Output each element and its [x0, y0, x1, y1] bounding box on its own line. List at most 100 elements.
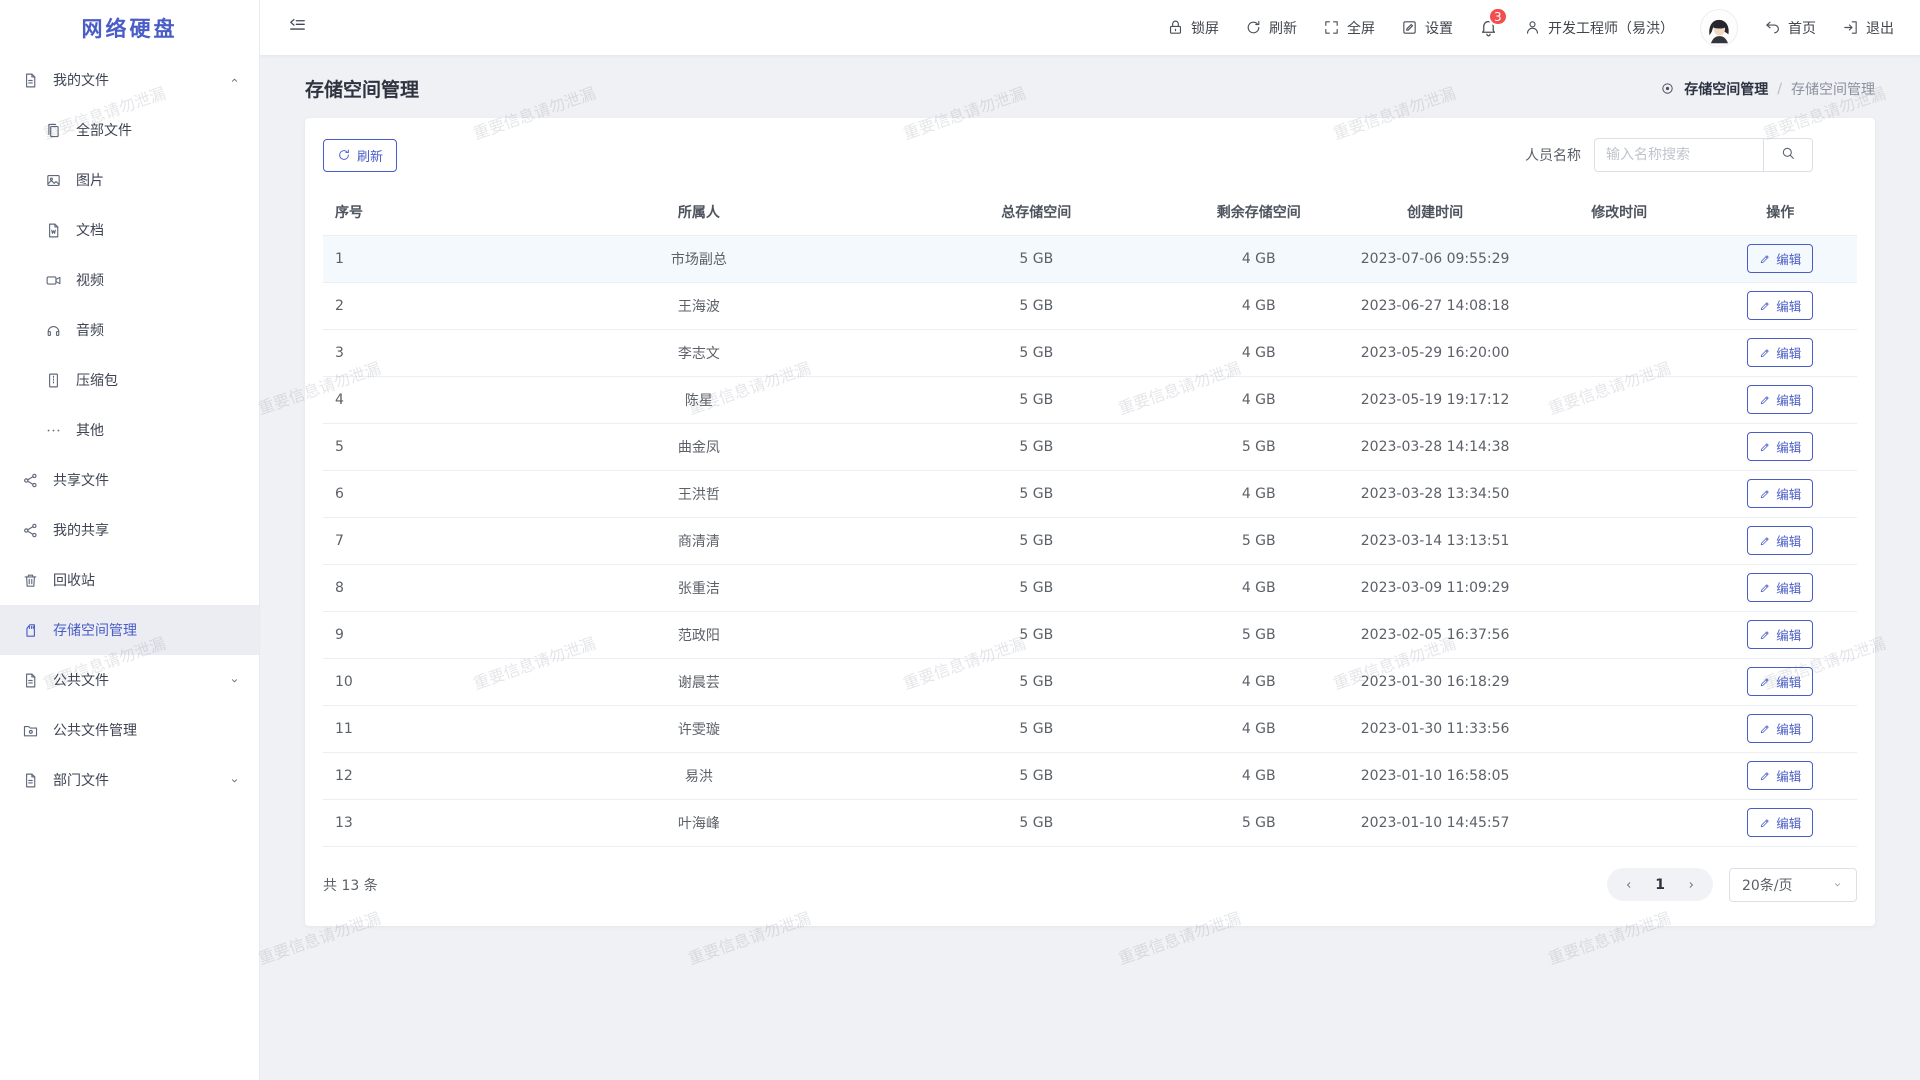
- cell-owner: 王海波: [507, 282, 891, 329]
- sidebar-collapse-button[interactable]: [288, 16, 307, 39]
- sidebar-item-recycle-bin[interactable]: 回收站: [0, 555, 259, 605]
- sidebar-item-storage-management[interactable]: 存储空间管理: [0, 605, 259, 655]
- lock-screen-button[interactable]: 锁屏: [1167, 18, 1219, 38]
- sidebar-item-documents[interactable]: 文档: [0, 205, 259, 255]
- cell-created-time: 2023-03-28 14:14:38: [1335, 423, 1534, 470]
- storage-table: 序号所属人总存储空间剩余存储空间创建时间修改时间操作 1市场副总5 GB4 GB…: [323, 189, 1857, 847]
- logout-button[interactable]: 退出: [1842, 18, 1894, 38]
- cell-owner: 叶海峰: [507, 799, 891, 846]
- sidebar-item-my-files[interactable]: 我的文件: [0, 55, 259, 105]
- pencil-icon: [1759, 535, 1771, 547]
- table-header-row: 序号所属人总存储空间剩余存储空间创建时间修改时间操作: [323, 189, 1857, 235]
- table-row: 11许雯璇5 GB4 GB2023-01-30 11:33:56编辑: [323, 705, 1857, 752]
- next-page-button[interactable]: [1684, 878, 1698, 892]
- sidebar-item-all-files[interactable]: 全部文件: [0, 105, 259, 155]
- pencil-icon: [1759, 441, 1771, 453]
- prev-page-button[interactable]: [1622, 878, 1636, 892]
- cell-modified-time: [1535, 470, 1704, 517]
- edit-button[interactable]: 编辑: [1747, 526, 1813, 555]
- breadcrumb-current: 存储空间管理: [1791, 79, 1875, 99]
- lock-icon: [1167, 19, 1184, 36]
- notifications-button[interactable]: 3: [1479, 18, 1498, 37]
- edit-button[interactable]: 编辑: [1747, 761, 1813, 790]
- edit-button[interactable]: 编辑: [1747, 808, 1813, 837]
- column-header: 修改时间: [1535, 189, 1704, 235]
- cell-total-storage: 5 GB: [891, 752, 1182, 799]
- cell-index: 10: [323, 658, 507, 705]
- cell-actions: 编辑: [1704, 376, 1857, 423]
- cell-owner: 谢晨芸: [507, 658, 891, 705]
- refresh-button[interactable]: 刷新: [1245, 18, 1297, 38]
- search-button[interactable]: [1763, 138, 1813, 172]
- edit-button[interactable]: 编辑: [1747, 432, 1813, 461]
- edit-button[interactable]: 编辑: [1747, 385, 1813, 414]
- current-page[interactable]: 1: [1655, 877, 1665, 893]
- edit-button[interactable]: 编辑: [1747, 291, 1813, 320]
- cell-created-time: 2023-03-28 13:34:50: [1335, 470, 1534, 517]
- sidebar-item-images[interactable]: 图片: [0, 155, 259, 205]
- cell-created-time: 2023-01-10 16:58:05: [1335, 752, 1534, 799]
- sidebar-item-my-shares[interactable]: 我的共享: [0, 505, 259, 555]
- cell-total-storage: 5 GB: [891, 282, 1182, 329]
- fullscreen-button[interactable]: 全屏: [1323, 18, 1375, 38]
- sidebar-item-department-files[interactable]: 部门文件: [0, 755, 259, 805]
- edit-button[interactable]: 编辑: [1747, 620, 1813, 649]
- sidebar-item-videos[interactable]: 视频: [0, 255, 259, 305]
- sidebar-item-label: 文档: [76, 220, 241, 240]
- edit-button[interactable]: 编辑: [1747, 714, 1813, 743]
- headphones-icon: [45, 322, 62, 339]
- video-icon: [45, 272, 62, 289]
- cell-owner: 王洪哲: [507, 470, 891, 517]
- cell-owner: 曲金凤: [507, 423, 891, 470]
- sidebar-item-shared-files[interactable]: 共享文件: [0, 455, 259, 505]
- home-button[interactable]: 首页: [1764, 18, 1816, 38]
- cell-owner: 陈星: [507, 376, 891, 423]
- share-icon: [22, 472, 39, 489]
- fullscreen-icon: [1323, 19, 1340, 36]
- refresh-icon: [337, 148, 351, 162]
- sidebar-item-label: 公共文件管理: [53, 720, 241, 740]
- avatar[interactable]: [1700, 9, 1738, 47]
- cell-created-time: 2023-05-19 19:17:12: [1335, 376, 1534, 423]
- search-input[interactable]: [1594, 138, 1764, 172]
- sidebar-item-archives[interactable]: 压缩包: [0, 355, 259, 405]
- edit-button[interactable]: 编辑: [1747, 244, 1813, 273]
- fold-icon: [288, 16, 307, 39]
- edit-button[interactable]: 编辑: [1747, 479, 1813, 508]
- edit-button[interactable]: 编辑: [1747, 338, 1813, 367]
- cell-modified-time: [1535, 752, 1704, 799]
- settings-button[interactable]: 设置: [1401, 18, 1453, 38]
- pencil-icon: [1759, 817, 1771, 829]
- user-icon: [1524, 19, 1541, 36]
- breadcrumb: 存储空间管理 / 存储空间管理: [1660, 79, 1875, 99]
- cell-remaining-storage: 4 GB: [1182, 282, 1335, 329]
- content-card: 刷新 人员名称 序号所属人总存储空间剩余存储空间创建时间修改时间操作 1市场副总…: [305, 118, 1875, 926]
- edit-button[interactable]: 编辑: [1747, 573, 1813, 602]
- cell-total-storage: 5 GB: [891, 705, 1182, 752]
- edit-button[interactable]: 编辑: [1747, 667, 1813, 696]
- undo-icon: [1764, 19, 1781, 36]
- pencil-icon: [1759, 770, 1771, 782]
- cell-remaining-storage: 4 GB: [1182, 470, 1335, 517]
- breadcrumb-root[interactable]: 存储空间管理: [1684, 79, 1768, 99]
- sidebar-item-public-files[interactable]: 公共文件: [0, 655, 259, 705]
- refresh-icon: [1245, 19, 1262, 36]
- user-menu[interactable]: 开发工程师（易洪）: [1524, 18, 1674, 38]
- cell-index: 12: [323, 752, 507, 799]
- cell-owner: 商清清: [507, 517, 891, 564]
- pencil-icon: [1759, 723, 1771, 735]
- page-size-select[interactable]: 20条/页: [1729, 868, 1857, 902]
- zip-icon: [45, 372, 62, 389]
- sidebar-item-public-file-management[interactable]: 公共文件管理: [0, 705, 259, 755]
- sidebar-item-audio[interactable]: 音频: [0, 305, 259, 355]
- sidebar-item-label: 全部文件: [76, 120, 241, 140]
- pencil-icon: [1759, 300, 1771, 312]
- pencil-icon: [1759, 394, 1771, 406]
- sidebar-item-others[interactable]: 其他: [0, 405, 259, 455]
- pencil-icon: [1759, 676, 1771, 688]
- refresh-button[interactable]: 刷新: [323, 139, 397, 172]
- cell-created-time: 2023-03-14 13:13:51: [1335, 517, 1534, 564]
- cell-created-time: 2023-01-30 16:18:29: [1335, 658, 1534, 705]
- cell-actions: 编辑: [1704, 658, 1857, 705]
- cell-total-storage: 5 GB: [891, 517, 1182, 564]
